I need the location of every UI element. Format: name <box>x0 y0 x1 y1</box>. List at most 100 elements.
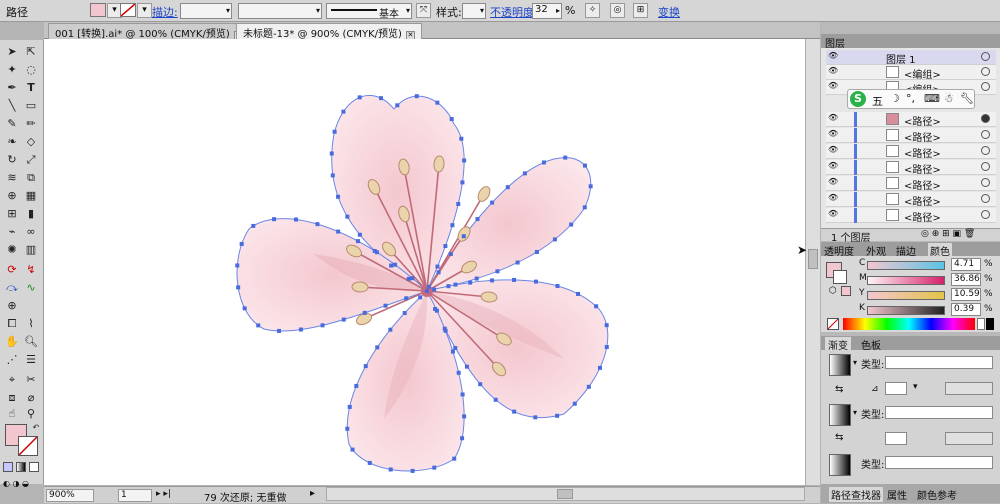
artboard-tool-icon[interactable]: ⧠ <box>3 316 21 332</box>
k-slider[interactable] <box>867 306 945 315</box>
scroll-thumb[interactable] <box>808 249 818 269</box>
layer-row[interactable]: 👁︎ <路径> <box>826 112 996 128</box>
target-icon[interactable] <box>981 130 990 139</box>
reverse-gradient-icon[interactable]: ⇆ <box>835 384 843 395</box>
cube-icon[interactable]: ⬡ <box>829 286 837 296</box>
gradient-type-dropdown[interactable] <box>885 456 993 469</box>
keyboard-icon[interactable]: ⌨ <box>924 92 940 105</box>
perspective-grid-tool-icon[interactable]: ▦ <box>22 188 40 204</box>
target-icon[interactable] <box>981 194 990 203</box>
layer-row[interactable]: 👁︎ <路径> <box>826 160 996 176</box>
chevron-down-icon[interactable]: ▾ <box>137 3 152 18</box>
swap-fill-stroke-icon[interactable]: ↶ <box>30 420 42 436</box>
gradient-type-dropdown[interactable] <box>885 406 993 419</box>
aspect-input[interactable] <box>945 432 993 445</box>
status-menu-arrow[interactable]: ▸ <box>310 488 315 499</box>
scale-tool-icon[interactable]: ⤢ <box>22 152 40 168</box>
tab-color-guide[interactable]: 颜色参考 <box>917 487 957 502</box>
eye-icon[interactable]: 👁︎ <box>828 161 838 170</box>
measure-tool-icon[interactable]: ⌀ <box>22 390 40 406</box>
target-icon[interactable] <box>981 82 990 91</box>
tab-attributes[interactable]: 属性 <box>887 487 907 502</box>
scissors-tool-icon[interactable]: ✂ <box>22 372 40 388</box>
knife-tool-icon[interactable]: ⌖ <box>3 372 21 388</box>
layer-row[interactable]: 👁︎ <路径> <box>826 192 996 208</box>
m-slider[interactable] <box>867 276 945 285</box>
path-tool-icon[interactable]: ⋰ <box>3 352 21 368</box>
eye-icon[interactable]: 👁︎ <box>828 81 838 90</box>
recolor-icon[interactable]: ✧ <box>585 3 600 18</box>
stroke-weight-dropdown[interactable]: ▾ <box>180 3 232 19</box>
eyedropper-tool-icon[interactable]: ⌁ <box>3 224 21 240</box>
punctuation-icon[interactable]: °, <box>906 92 915 105</box>
skin-icon[interactable]: ☃ <box>944 92 954 105</box>
layer-actions-icons[interactable]: ◎ ⊕ ⊞ ▣ 🗑︎ <box>921 229 975 239</box>
stroke-color-box[interactable] <box>833 270 847 284</box>
pen-tool-icon[interactable]: ✒ <box>3 80 21 96</box>
eye-icon[interactable]: 👁︎ <box>828 209 838 218</box>
column-graph-tool-icon[interactable]: ▥ <box>22 242 40 258</box>
brush-profile-dropdown[interactable]: 基本 ▾ <box>326 3 412 20</box>
draw-mode-icon[interactable]: ◐ ◑ ◒ <box>3 479 29 488</box>
layer-row-top[interactable]: 👁︎ 图层 1 <box>826 50 996 66</box>
symbol-sprayer-tool-icon[interactable]: ✺ <box>3 242 21 258</box>
c-value-input[interactable]: 4.71 <box>951 258 981 271</box>
horizontal-scrollbar[interactable] <box>326 487 805 501</box>
angle-input[interactable] <box>885 432 907 445</box>
width-tool-icon[interactable]: ⟳ <box>3 262 21 278</box>
layer-row[interactable]: 👁︎ <路径> <box>826 144 996 160</box>
blob-brush-tool-icon[interactable]: ❧ <box>3 134 21 150</box>
globe-icon[interactable]: ◎ <box>610 3 625 18</box>
layer-row[interactable]: 👁︎ <路径> <box>826 208 996 224</box>
rectangle-tool-icon[interactable]: ▭ <box>22 98 40 114</box>
color-spectrum[interactable] <box>843 318 975 330</box>
layer-row[interactable]: 👁︎ <路径> <box>826 128 996 144</box>
lasso-tool-icon[interactable]: ◌ <box>22 62 40 78</box>
y-value-input[interactable]: 10.59 <box>951 288 981 301</box>
shape-builder-tool-icon[interactable]: ⊕ <box>3 188 21 204</box>
eye-icon[interactable]: 👁︎ <box>828 177 838 186</box>
mesh-tool-icon[interactable]: ⊞ <box>3 206 21 222</box>
layer-row[interactable]: 👁︎ <编组> <box>826 65 996 81</box>
magic-wand-tool-icon[interactable]: ✦ <box>3 62 21 78</box>
align-icon[interactable]: ⊞ <box>633 3 648 18</box>
stroke-color-box[interactable] <box>18 436 38 456</box>
chevron-down-icon[interactable]: ▾ <box>913 382 918 392</box>
screen-mode-buttons[interactable]: ◐ ◑ ◒ <box>3 476 39 488</box>
ime-mode-label[interactable]: 五 <box>872 93 883 109</box>
anchor-tool-icon[interactable]: ⤼ <box>3 280 21 296</box>
gradient-swatch[interactable] <box>829 404 851 426</box>
k-value-input[interactable]: 0.39 <box>951 303 981 316</box>
tab-document-001[interactable]: 001 [转换].ai* @ 100% (CMYK/预览)✕ <box>48 23 250 40</box>
chevron-down-icon[interactable]: ▾ <box>853 358 857 367</box>
crop-tool-icon[interactable]: ⧈ <box>3 390 21 406</box>
paintbrush-tool-icon[interactable]: ✎ <box>3 116 21 132</box>
target-icon[interactable] <box>981 178 990 187</box>
blend-tool-icon[interactable]: ∞ <box>22 224 40 240</box>
tab-pathfinder[interactable]: 路径查找器 <box>829 487 883 502</box>
fill-swatch[interactable] <box>90 3 106 17</box>
aspect-input[interactable] <box>945 382 993 395</box>
target-icon[interactable] <box>981 114 990 123</box>
last-color-swatch[interactable] <box>841 286 851 296</box>
style-dropdown[interactable]: ▾ <box>462 3 486 19</box>
c-slider[interactable] <box>867 261 945 270</box>
eye-icon[interactable]: 👁︎ <box>828 145 838 154</box>
y-slider[interactable] <box>867 291 945 300</box>
hand-tool-icon[interactable]: ✋ <box>3 334 21 350</box>
tab-document-untitled-13[interactable]: 未标题-13* @ 900% (CMYK/预览) ✕ <box>236 23 422 40</box>
target-icon[interactable] <box>981 146 990 155</box>
warp-tool-icon[interactable]: ≋ <box>3 170 21 186</box>
white-swatch[interactable] <box>977 318 985 330</box>
rotate-tool-icon[interactable]: ↻ <box>3 152 21 168</box>
reshape-tool-icon[interactable]: ↯ <box>22 262 40 278</box>
eraser-tool-icon[interactable]: ◇ <box>22 134 40 150</box>
direct-selection-tool-icon[interactable]: ⇱ <box>22 44 40 60</box>
pan-tool-icon[interactable]: ☝ <box>3 406 21 422</box>
target-icon[interactable] <box>981 52 990 61</box>
target-tool-icon[interactable]: ⊕ <box>3 298 21 314</box>
free-transform-tool-icon[interactable]: ⧉ <box>22 170 40 186</box>
artboard-canvas[interactable] <box>44 39 820 485</box>
black-swatch[interactable] <box>986 318 994 330</box>
gradient-mode-icon[interactable] <box>16 462 26 472</box>
